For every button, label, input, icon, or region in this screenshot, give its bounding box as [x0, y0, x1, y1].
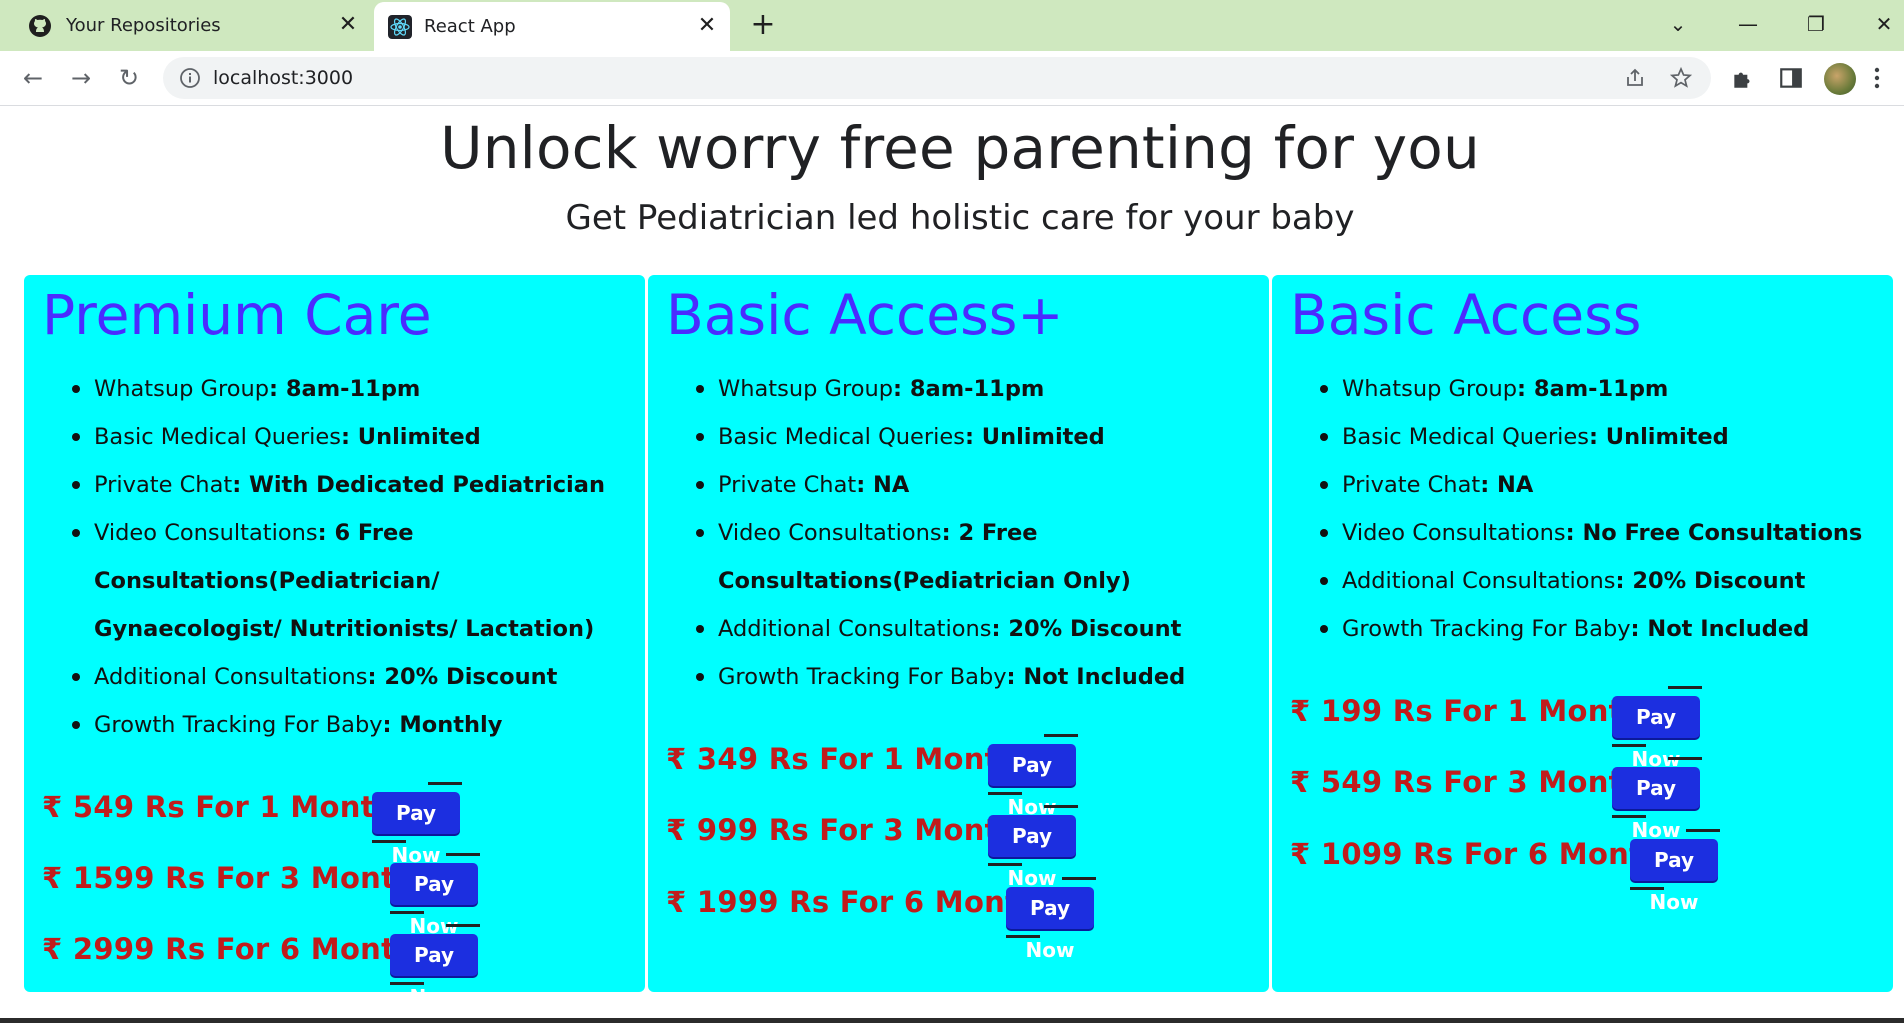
- plan-title: Basic Access: [1290, 283, 1642, 347]
- feature-item: Growth Tracking For Baby: Not Included: [1296, 605, 1876, 653]
- plan-title: Basic Access+: [666, 283, 1064, 347]
- pay-now-button[interactable]: Pay Now: [1612, 757, 1702, 842]
- pay-now-button[interactable]: Pay Now: [1006, 877, 1096, 962]
- feature-item: Private Chat: NA: [672, 461, 1252, 509]
- side-panel-icon[interactable]: [1778, 65, 1804, 91]
- plan-card-basic-access-plus: Basic Access+ Whatsup Group: 8am-11pm Ba…: [648, 275, 1269, 992]
- tab-search-icon[interactable]: ⌄: [1658, 6, 1698, 42]
- forward-icon[interactable]: →: [64, 61, 98, 95]
- pay-now-button[interactable]: Pay Now: [1612, 686, 1702, 771]
- tab-your-repositories[interactable]: Your Repositories ✕: [0, 0, 370, 51]
- page-headline: Unlock worry free parenting for you: [440, 114, 1480, 182]
- menu-icon[interactable]: [1870, 65, 1884, 91]
- feature-list: Whatsup Group: 8am-11pm Basic Medical Qu…: [672, 365, 1252, 701]
- minimize-icon[interactable]: —: [1728, 6, 1768, 42]
- page-subheadline: Get Pediatrician led holistic care for y…: [565, 198, 1355, 238]
- price-text: ₹ 999 Rs For 3 Month: [666, 813, 1020, 847]
- pay-now-button[interactable]: Pay Now: [390, 924, 480, 1009]
- reload-icon[interactable]: ↻: [112, 61, 146, 95]
- price-text: ₹ 349 Rs For 1 Month: [666, 742, 1020, 776]
- price-text: ₹ 1099 Rs For 6 Month: [1290, 837, 1665, 871]
- page-content: Unlock worry free parenting for you Get …: [0, 107, 1904, 1023]
- feature-item: Private Chat: NA: [1296, 461, 1876, 509]
- window-bottom-border: [0, 1018, 1904, 1023]
- browser-tabstrip: Your Repositories ✕ React App ✕ + ⌄ — ❐ …: [0, 0, 1904, 51]
- react-icon: [388, 15, 412, 39]
- back-icon[interactable]: ←: [16, 61, 50, 95]
- feature-item: Additional Consultations: 20% Discount: [1296, 557, 1876, 605]
- price-text: ₹ 549 Rs For 1 Month: [42, 790, 396, 824]
- plan-title: Premium Care: [42, 283, 432, 347]
- tab-title: Your Repositories: [66, 15, 221, 36]
- github-icon: [29, 15, 51, 37]
- feature-item: Private Chat: With Dedicated Pediatricia…: [48, 461, 628, 509]
- price-text: ₹ 199 Rs For 1 Month: [1290, 694, 1644, 728]
- price-text: ₹ 2999 Rs For 6 Month: [42, 932, 417, 966]
- address-bar[interactable]: localhost:3000: [163, 57, 1711, 99]
- feature-item: Video Consultations: No Free Consultatio…: [1296, 509, 1876, 557]
- new-tab-button[interactable]: +: [745, 8, 781, 44]
- pay-now-button[interactable]: Pay Now: [390, 853, 480, 938]
- price-text: ₹ 1599 Rs For 3 Month: [42, 861, 417, 895]
- url-text[interactable]: localhost:3000: [213, 67, 353, 89]
- price-text: ₹ 549 Rs For 3 Month: [1290, 765, 1644, 799]
- extensions-icon[interactable]: [1730, 65, 1756, 91]
- pay-now-button[interactable]: Pay Now: [372, 782, 462, 867]
- feature-item: Growth Tracking For Baby: Not Included: [672, 653, 1252, 701]
- bookmark-star-icon[interactable]: [1669, 66, 1693, 90]
- feature-item: Basic Medical Queries: Unlimited: [672, 413, 1252, 461]
- window-close-icon[interactable]: ✕: [1864, 6, 1904, 42]
- tab-react-app[interactable]: React App ✕: [374, 2, 730, 51]
- feature-item: Video Consultations: 6 Free Consultation…: [48, 509, 628, 653]
- pay-now-button[interactable]: Pay Now: [988, 805, 1078, 890]
- browser-toolbar: ← → ↻ localhost:3000: [0, 51, 1904, 106]
- feature-item: Whatsup Group: 8am-11pm: [672, 365, 1252, 413]
- feature-item: Growth Tracking For Baby: Monthly: [48, 701, 628, 749]
- feature-list: Whatsup Group: 8am-11pm Basic Medical Qu…: [1296, 365, 1876, 653]
- feature-item: Basic Medical Queries: Unlimited: [48, 413, 628, 461]
- info-icon[interactable]: [179, 67, 201, 89]
- tab-close-icon[interactable]: ✕: [692, 11, 722, 41]
- plan-card-basic-access: Basic Access Whatsup Group: 8am-11pm Bas…: [1272, 275, 1893, 992]
- price-text: ₹ 1999 Rs For 6 Month: [666, 885, 1041, 919]
- share-icon[interactable]: [1623, 66, 1647, 90]
- feature-item: Whatsup Group: 8am-11pm: [48, 365, 628, 413]
- restore-icon[interactable]: ❐: [1796, 6, 1836, 42]
- tab-close-icon[interactable]: ✕: [333, 10, 363, 40]
- pay-now-button[interactable]: Pay Now: [988, 734, 1078, 819]
- feature-item: Basic Medical Queries: Unlimited: [1296, 413, 1876, 461]
- feature-list: Whatsup Group: 8am-11pm Basic Medical Qu…: [48, 365, 628, 749]
- feature-item: Whatsup Group: 8am-11pm: [1296, 365, 1876, 413]
- feature-item: Additional Consultations: 20% Discount: [672, 605, 1252, 653]
- plan-card-premium-care: Premium Care Whatsup Group: 8am-11pm Bas…: [24, 275, 645, 1009]
- pay-now-button[interactable]: Pay Now: [1630, 829, 1720, 914]
- feature-item: Additional Consultations: 20% Discount: [48, 653, 628, 701]
- profile-avatar[interactable]: [1824, 63, 1856, 95]
- feature-item: Video Consultations: 2 Free Consultation…: [672, 509, 1252, 605]
- tab-title: React App: [424, 16, 516, 37]
